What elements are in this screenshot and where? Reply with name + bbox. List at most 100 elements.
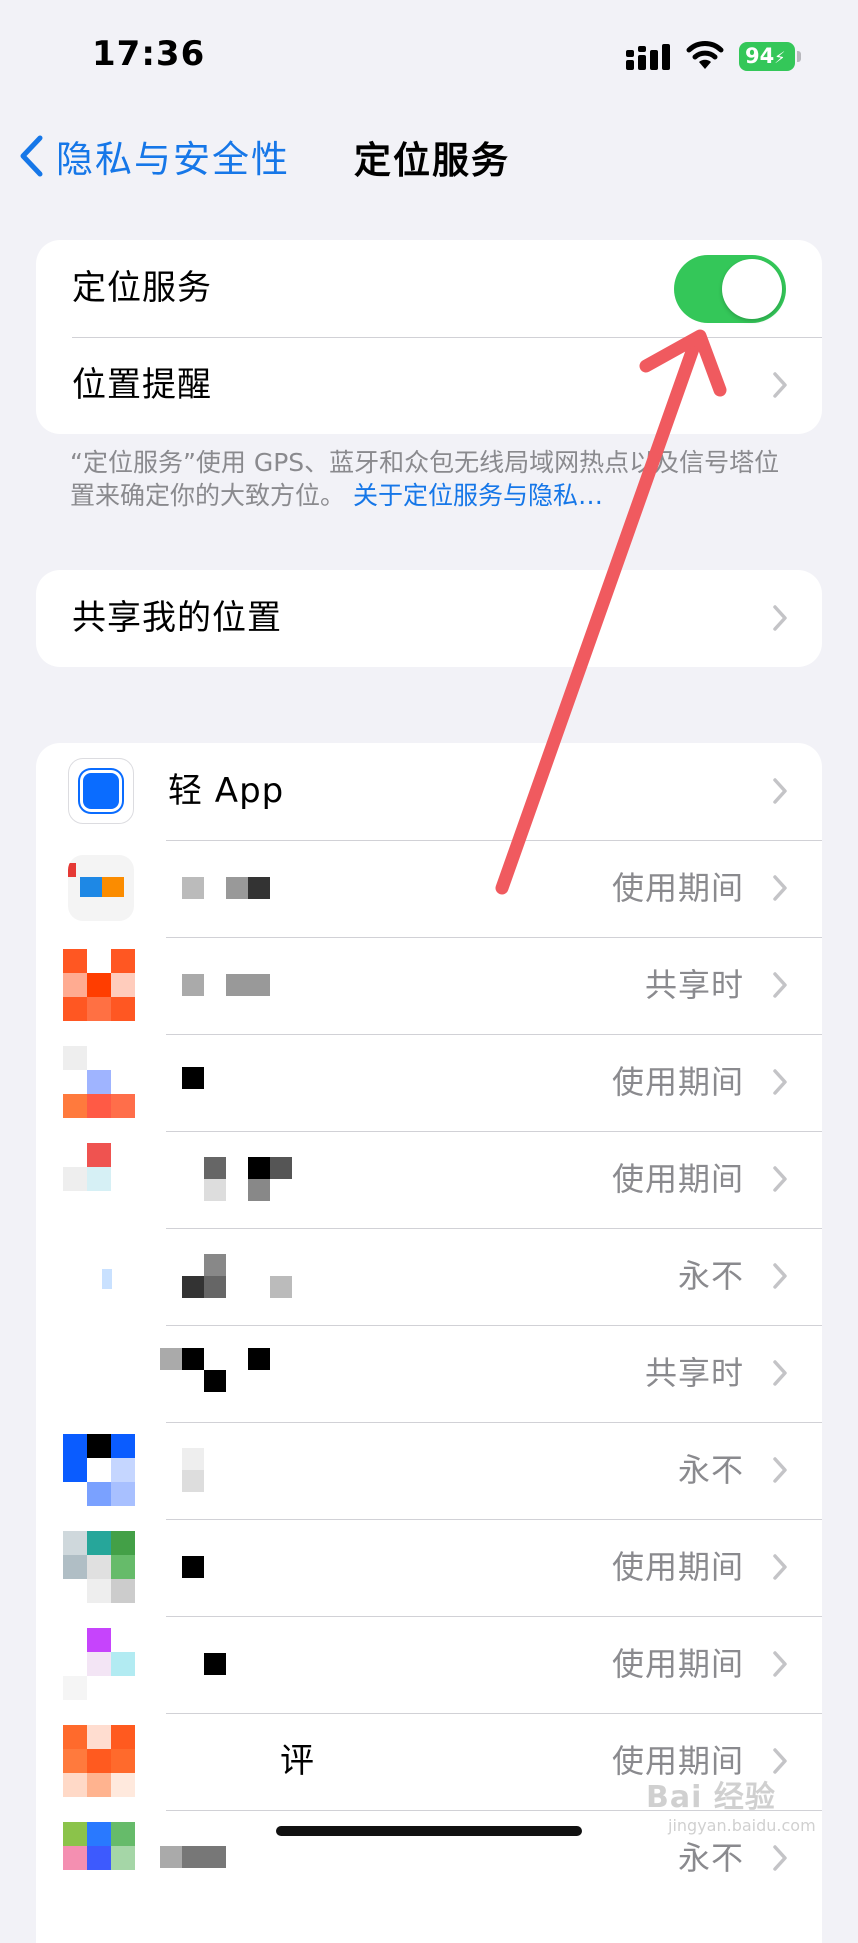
app-row[interactable]: 共享时 [36, 937, 822, 1034]
redacted-pixels [204, 1254, 226, 1276]
chevron-right-icon [773, 1845, 787, 1871]
app-row[interactable]: 使用期间 [36, 1131, 822, 1228]
redacted-pixels [204, 1157, 226, 1179]
location-services-row: 定位服务 [36, 240, 822, 337]
app-row[interactable]: 使用期间 [36, 1616, 822, 1713]
redacted-pixels [270, 1276, 292, 1298]
app-icon-redacted [63, 1822, 135, 1894]
redacted-pixels [204, 1370, 226, 1392]
location-alerts-row[interactable]: 位置提醒 [36, 337, 822, 434]
app-permission-status: 永不 [677, 1257, 744, 1295]
share-my-location-row[interactable]: 共享我的位置 [36, 570, 822, 667]
redacted-pixels [204, 1276, 226, 1298]
app-row[interactable]: 使用期间 [36, 1519, 822, 1616]
redacted-pixels [204, 1179, 226, 1201]
redacted-pixels [182, 974, 204, 996]
redacted-pixels [182, 1276, 204, 1298]
status-time: 17:36 [92, 34, 206, 74]
app-icon-redacted [63, 1725, 135, 1797]
location-services-footnote: “定位服务”使用 GPS、蓝牙和众包无线局域网热点以及信号塔位置来确定你的大致方… [70, 446, 800, 512]
app-icon-redacted [68, 855, 134, 921]
app-row[interactable]: 共享时 [36, 1325, 822, 1422]
chevron-right-icon [773, 1651, 787, 1677]
app-permission-status: 使用期间 [611, 1063, 744, 1101]
chevron-right-icon [773, 1457, 787, 1483]
battery-cap [797, 51, 801, 62]
battery-level: 94 [745, 44, 775, 68]
app-icon-redacted [63, 1531, 135, 1603]
app-permission-status: 共享时 [644, 966, 744, 1004]
chevron-right-icon [773, 1748, 787, 1774]
redacted-pixels [182, 1846, 226, 1868]
app-row[interactable]: 永不 [36, 1422, 822, 1519]
toggle-knob [722, 259, 782, 319]
chevron-right-icon [773, 1554, 787, 1580]
app-permission-status: 永不 [677, 1451, 744, 1489]
chevron-right-icon [773, 1069, 787, 1095]
home-indicator[interactable] [276, 1826, 582, 1836]
app-row-qing-app[interactable]: 轻 App [36, 743, 822, 840]
status-bar: 17:36 94⚡ [0, 0, 858, 110]
privacy-info-link[interactable]: 关于定位服务与隐私… [353, 481, 603, 510]
app-permission-status: 使用期间 [611, 869, 744, 907]
chevron-right-icon [773, 778, 787, 804]
page-title: 定位服务 [354, 139, 510, 182]
location-services-group: 定位服务 位置提醒 [36, 240, 822, 434]
chevron-right-icon [773, 875, 787, 901]
app-icon-redacted [63, 1046, 135, 1118]
redacted-pixels [270, 1157, 292, 1179]
app-permission-status: 共享时 [644, 1354, 744, 1392]
app-row[interactable]: 永不 [36, 1228, 822, 1325]
chevron-right-icon [773, 1166, 787, 1192]
chevron-right-icon [773, 605, 787, 631]
redacted-pixels [248, 1348, 270, 1370]
redacted-pixels [182, 1470, 204, 1492]
location-services-toggle[interactable] [674, 255, 786, 323]
redacted-pixels [182, 1067, 204, 1089]
app-row[interactable]: 使用期间 [36, 1034, 822, 1131]
redacted-pixels [182, 1556, 204, 1578]
redacted-pixels [160, 1846, 182, 1868]
share-location-group: 共享我的位置 [36, 570, 822, 667]
app-permission-status: 使用期间 [611, 1548, 744, 1586]
app-icon-redacted [63, 1143, 135, 1215]
watermark-logo: Bai 经验 [646, 1780, 776, 1815]
app-icon-redacted [68, 1243, 134, 1309]
redacted-pixels [182, 1348, 204, 1370]
redacted-pixels [182, 877, 204, 899]
battery-indicator: 94⚡ [739, 42, 795, 71]
app-name: 轻 App [168, 771, 285, 811]
chevron-right-icon [773, 1263, 787, 1289]
location-alerts-label: 位置提醒 [72, 365, 212, 405]
cellular-signal-icon [626, 44, 670, 70]
redacted-pixels [204, 1653, 226, 1675]
redacted-pixels [248, 1179, 270, 1201]
chevron-left-icon [20, 135, 43, 177]
redacted-pixels [160, 1348, 182, 1370]
location-services-label: 定位服务 [72, 268, 212, 308]
chevron-right-icon [773, 372, 787, 398]
app-icon-redacted [63, 949, 135, 1021]
wifi-icon [686, 41, 724, 69]
redacted-pixels [248, 877, 270, 899]
app-permission-status: 使用期间 [611, 1160, 744, 1198]
app-row[interactable]: 使用期间 [36, 840, 822, 937]
back-button[interactable]: 隐私与安全性 [18, 128, 290, 184]
watermark-url: jingyan.baidu.com [668, 1816, 816, 1835]
redacted-pixels [226, 974, 270, 996]
redacted-pixels [182, 1448, 204, 1470]
app-icon-redacted [63, 1628, 135, 1700]
app-permission-status: 使用期间 [611, 1645, 744, 1683]
redacted-pixels [226, 877, 248, 899]
app-list-group: 轻 App 使用期间 共享时 使用期间 使用期间 永不 共享时 永不 使用期间 … [36, 743, 822, 1943]
back-label: 隐私与安全性 [56, 138, 290, 181]
chevron-right-icon [773, 972, 787, 998]
navigation-bar: 隐私与安全性 定位服务 [0, 110, 858, 200]
app-name: 评 [280, 1741, 315, 1781]
redacted-pixels [248, 1157, 270, 1179]
qing-app-icon [68, 758, 134, 824]
share-my-location-label: 共享我的位置 [72, 598, 282, 638]
charging-bolt-icon: ⚡ [774, 48, 786, 67]
app-icon-redacted [63, 1434, 135, 1506]
chevron-right-icon [773, 1360, 787, 1386]
